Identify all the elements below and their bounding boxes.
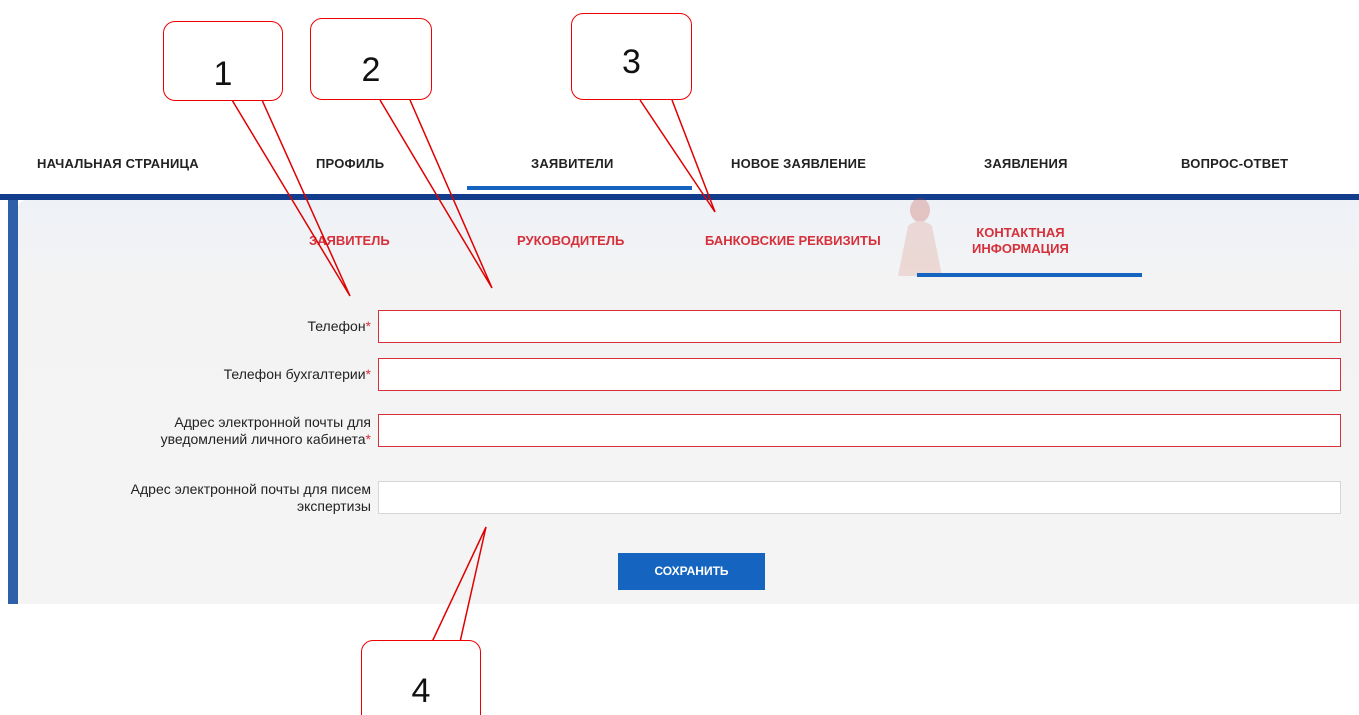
save-button[interactable]: СОХРАНИТЬ <box>618 553 765 590</box>
callout-3: 3 <box>571 13 692 100</box>
expert-email-input[interactable] <box>378 481 1341 514</box>
tab-manager[interactable]: РУКОВОДИТЕЛЬ <box>517 233 624 249</box>
phone-label-text: Телефон <box>307 318 366 334</box>
tab-contact-info[interactable]: КОНТАКТНАЯ ИНФОРМАЦИЯ <box>972 225 1069 257</box>
phone-label: Телефон* <box>307 318 371 335</box>
phone-input[interactable] <box>378 310 1341 343</box>
panel-left-edge <box>8 200 18 604</box>
subtab-active-indicator <box>917 273 1142 277</box>
top-navigation: НАЧАЛЬНАЯ СТРАНИЦА ПРОФИЛЬ ЗАЯВИТЕЛИ НОВ… <box>0 140 1359 190</box>
nav-new-application[interactable]: НОВОЕ ЗАЯВЛЕНИЕ <box>731 156 866 171</box>
required-mark: * <box>365 366 371 382</box>
notify-email-label-line1: Адрес электронной почты для <box>174 414 371 430</box>
nav-profile[interactable]: ПРОФИЛЬ <box>316 156 384 171</box>
tab-contact-info-line1: КОНТАКТНАЯ <box>976 225 1065 240</box>
expert-email-label: Адрес электронной почты для писем экспер… <box>131 481 371 515</box>
required-mark: * <box>365 318 371 334</box>
tab-contact-info-line2: ИНФОРМАЦИЯ <box>972 241 1069 256</box>
accounting-phone-input[interactable] <box>378 358 1341 391</box>
form-panel <box>18 200 1359 604</box>
callout-1: 1 <box>163 21 283 101</box>
nav-active-indicator <box>467 186 692 190</box>
nav-home[interactable]: НАЧАЛЬНАЯ СТРАНИЦА <box>37 156 199 171</box>
required-mark: * <box>365 431 371 447</box>
accounting-phone-label: Телефон бухгалтерии* <box>224 366 371 383</box>
callout-2: 2 <box>310 18 432 100</box>
nav-faq[interactable]: ВОПРОС-ОТВЕТ <box>1181 156 1288 171</box>
notify-email-label-line2: уведомлений личного кабинета <box>160 431 366 447</box>
accounting-phone-label-text: Телефон бухгалтерии <box>223 366 366 382</box>
tab-applicant[interactable]: ЗАЯВИТЕЛЬ <box>309 233 390 249</box>
notify-email-label: Адрес электронной почты для уведомлений … <box>161 414 371 448</box>
expert-email-label-line1: Адрес электронной почты для писем <box>130 481 371 497</box>
nav-applications[interactable]: ЗАЯВЛЕНИЯ <box>984 156 1068 171</box>
nav-applicants[interactable]: ЗАЯВИТЕЛИ <box>531 156 614 171</box>
expert-email-label-line2: экспертизы <box>297 498 371 514</box>
tab-bank-details[interactable]: БАНКОВСКИЕ РЕКВИЗИТЫ <box>705 233 881 249</box>
notify-email-input[interactable] <box>378 414 1341 447</box>
callout-4: 4 <box>361 640 481 715</box>
background-figure-icon <box>898 198 942 276</box>
